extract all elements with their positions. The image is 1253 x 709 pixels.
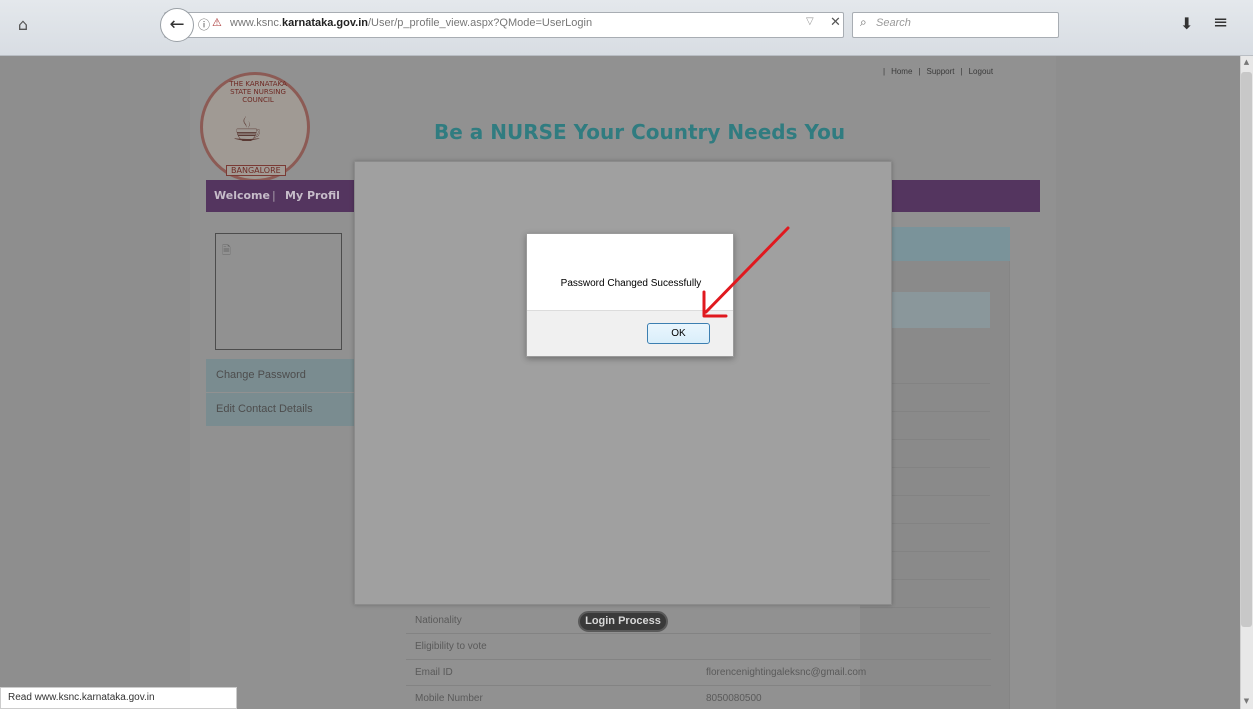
logo-subtitle: BANGALORE [226,165,286,176]
nav-separator: | [272,189,276,202]
nav-welcome[interactable]: Welcome [214,189,270,202]
details-table: Nationality Eligibility to vote Email ID… [406,608,991,709]
profile-photo [215,233,342,350]
logo-text: THE KARNATAKA STATE NURSING COUNCIL [229,80,287,104]
row-label: Eligibility to vote [415,641,487,652]
sidebar-item-edit-contact[interactable]: Edit Contact Details [206,393,370,426]
url-prefix: www.ksnc. [230,17,282,29]
insecure-lock-icon[interactable]: ⚠ [212,16,222,29]
search-icon: ⌕ [860,15,867,29]
table-row: Mobile Number 8050080500 [406,686,991,709]
scroll-down-icon[interactable]: ▼ [1240,697,1253,705]
browser-toolbar: ⌂ ← ⓘ ⚠ www.ksnc.karnataka.gov.in/User/p… [0,0,1253,56]
home-icon[interactable]: ⌂ [12,14,34,36]
table-row: Eligibility to vote [406,634,991,660]
sidebar-item-change-password[interactable]: Change Password [206,359,370,392]
lamp-icon: ☕ [232,110,263,150]
row-value: 8050080500 [706,693,762,704]
row-label: Nationality [415,615,462,626]
table-row: Nationality [406,608,991,634]
tagline: Be a NURSE Your Country Needs You [434,120,846,144]
url-domain: karnataka.gov.in [281,17,368,29]
logout-link[interactable]: Logout [969,67,993,76]
scroll-thumb[interactable] [1241,72,1252,627]
dropdown-icon[interactable]: ▽ [806,16,814,27]
modal-overlay [354,161,892,605]
search-placeholder: Search [876,17,911,29]
row-value: florencenightingaleksnc@gmail.com [706,667,867,678]
broken-image-icon: 🗎 [222,244,231,257]
status-bar: Read www.ksnc.karnataka.gov.in [0,687,237,709]
table-row: Email ID florencenightingaleksnc@gmail.c… [406,660,991,686]
support-link[interactable]: Support [927,67,955,76]
url-path: /User/p_profile_view.aspx?QMode=UserLogi… [367,17,593,29]
url-text[interactable]: www.ksnc.karnataka.gov.in/User/p_profile… [230,17,592,29]
top-links: | Home | Support | Logout [883,67,994,76]
row-label: Email ID [415,667,453,678]
scroll-up-icon[interactable]: ▲ [1240,58,1253,66]
row-label: Mobile Number [415,693,483,704]
close-icon[interactable]: ✕ [830,15,841,30]
nav-my-profile[interactable]: My Profil [285,189,340,202]
download-icon[interactable]: ⬇ [1180,14,1193,33]
hamburger-menu-icon[interactable]: ≡ [1213,12,1228,33]
login-process-button[interactable]: Login Process [578,611,668,632]
annotation-arrow-icon [702,226,790,318]
info-icon[interactable]: ⓘ [198,16,210,33]
home-link[interactable]: Home [891,67,912,76]
back-arrow-icon[interactable]: ← [160,8,194,42]
